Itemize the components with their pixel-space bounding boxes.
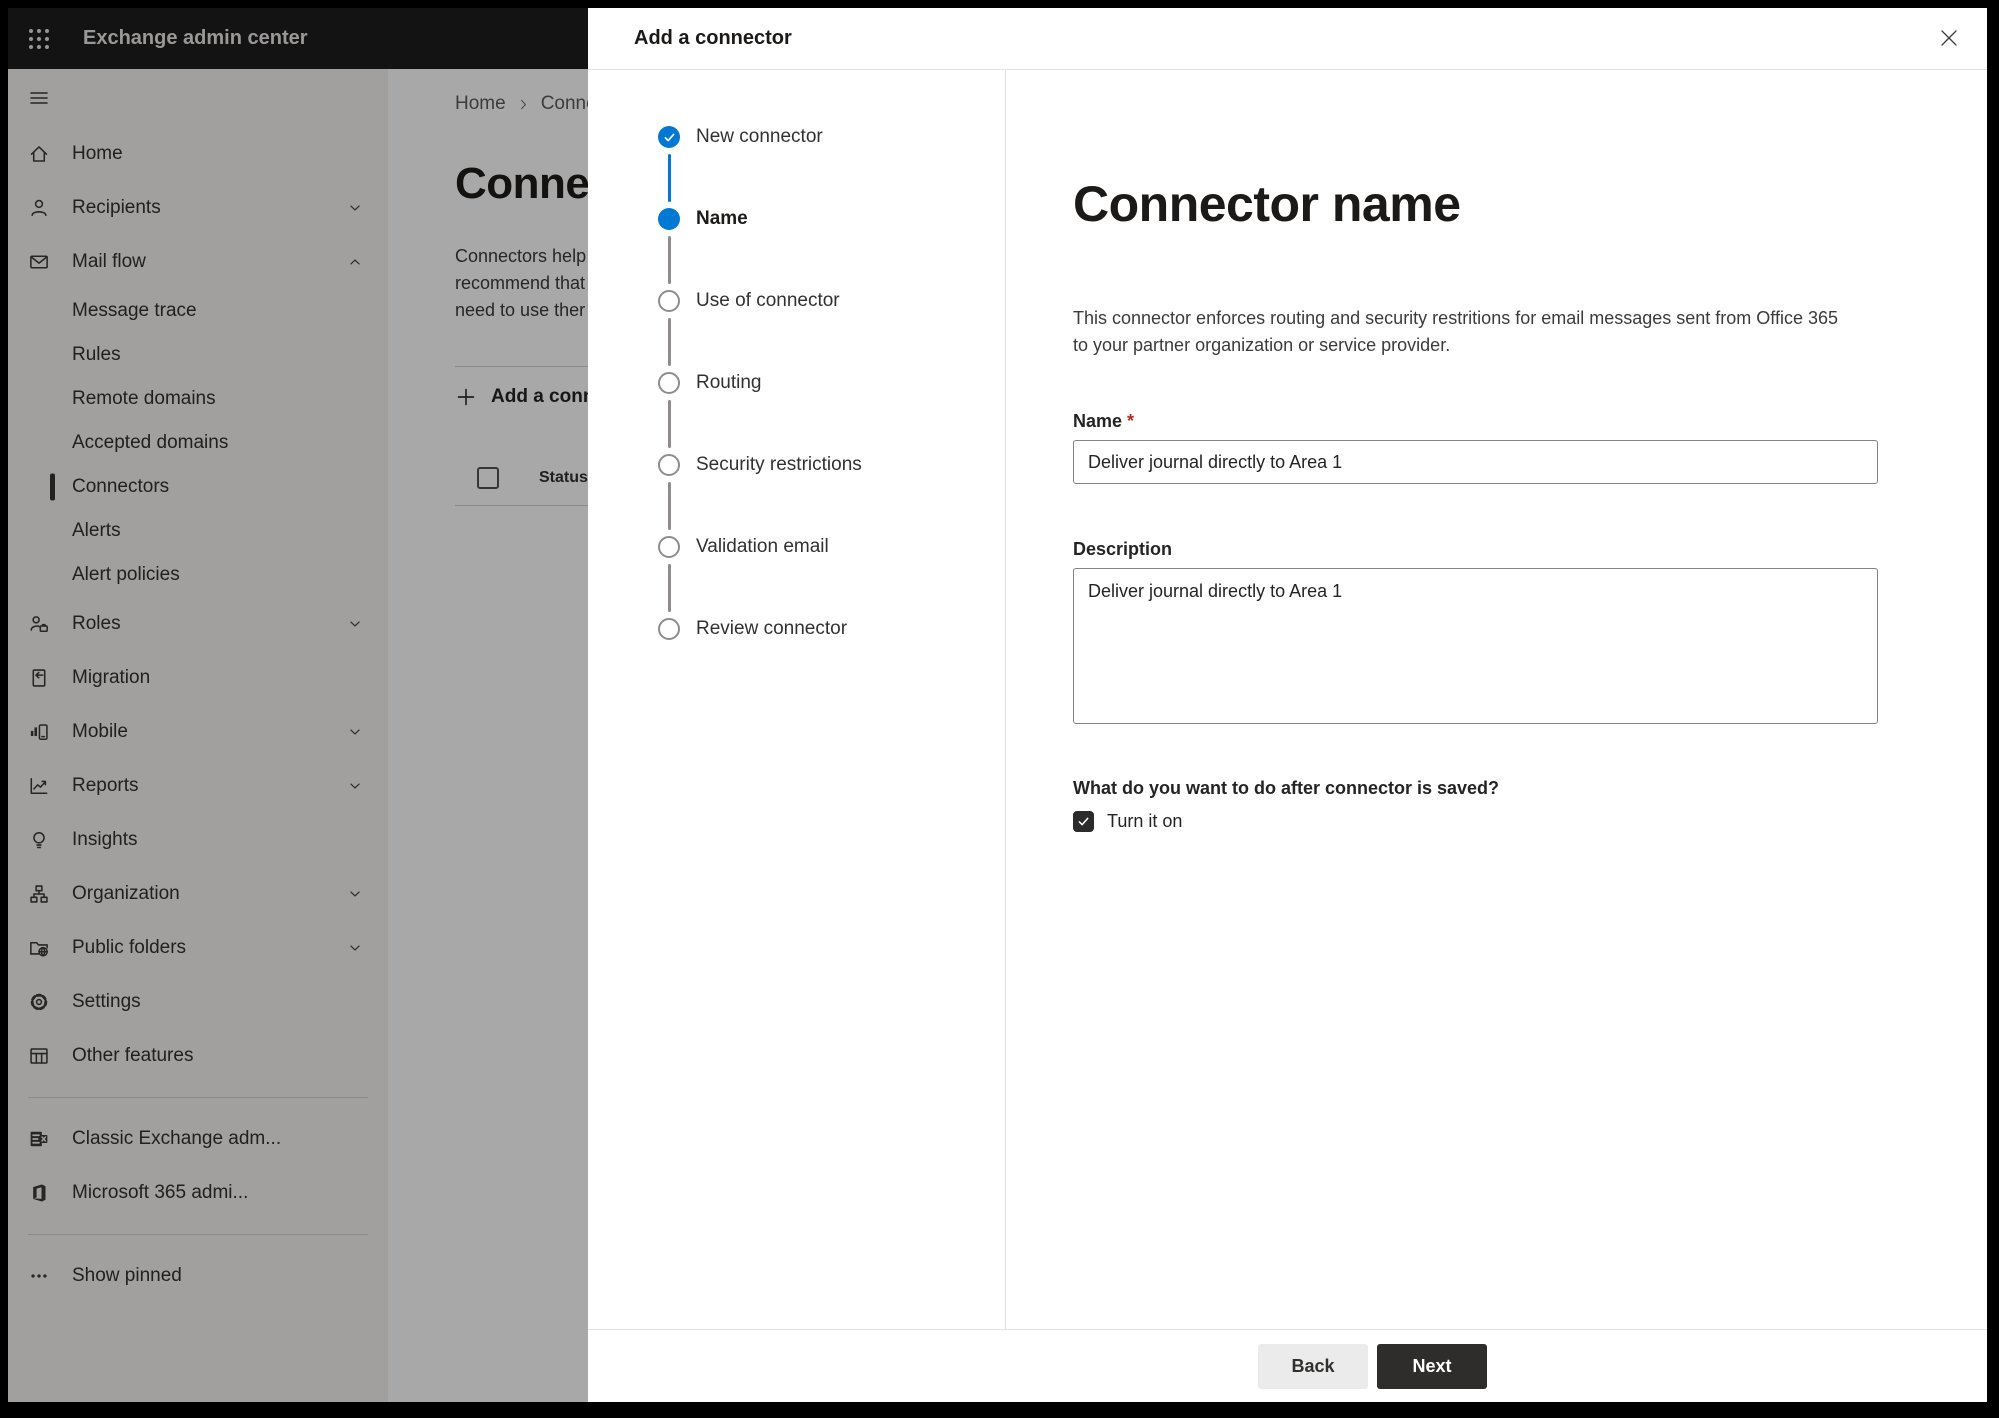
description-line: This connector enforces routing and secu… xyxy=(1073,308,1839,328)
close-icon[interactable] xyxy=(1933,22,1965,54)
step-circle-upcoming xyxy=(658,454,680,476)
turn-it-on-row: Turn it on xyxy=(1073,811,1877,832)
dialog-title: Add a connector xyxy=(634,27,792,49)
screenshot-frame: Exchange admin center Home Recipients Mail… xyxy=(0,0,1999,1418)
step-label: Routing xyxy=(696,372,762,393)
name-label-text: Name xyxy=(1073,411,1123,431)
connector-description-textarea[interactable]: Deliver journal directly to Area 1 xyxy=(1073,568,1878,724)
dialog-footer: Back Next xyxy=(588,1329,1987,1402)
add-connector-dialog: Add a connector New connector Name Use of … xyxy=(588,8,1987,1402)
wizard-step-new-connector[interactable]: New connector xyxy=(588,126,1005,208)
wizard-step-use-of-connector: Use of connector xyxy=(588,290,1005,372)
step-label: Use of connector xyxy=(696,290,840,311)
step-connector-line xyxy=(667,400,671,448)
wizard-step-routing: Routing xyxy=(588,372,1005,454)
step-connector-line xyxy=(667,564,671,612)
connector-name-input[interactable] xyxy=(1073,440,1878,484)
app-window: Exchange admin center Home Recipients Mail… xyxy=(8,8,1987,1402)
step-label: Validation email xyxy=(696,536,829,557)
wizard-step-name[interactable]: Name xyxy=(588,208,1005,290)
step-label: Review connector xyxy=(696,618,848,639)
step-circle-upcoming xyxy=(658,290,680,312)
after-save-question: What do you want to do after connector i… xyxy=(1073,778,1500,798)
wizard-steps: New connector Name Use of connector Routing… xyxy=(588,70,1006,1329)
step-circle-upcoming xyxy=(658,372,680,394)
step-connector-line xyxy=(667,236,671,284)
checkmark-icon xyxy=(664,133,674,141)
step-connector-line xyxy=(667,318,671,366)
description-field-label: Description xyxy=(1073,539,1173,559)
wizard-step-validation-email: Validation email xyxy=(588,536,1005,618)
required-asterisk: * xyxy=(1127,411,1135,431)
step-connector-line xyxy=(667,482,671,530)
next-button[interactable]: Next xyxy=(1377,1343,1487,1389)
back-button[interactable]: Back xyxy=(1258,1343,1368,1389)
step-connector-line xyxy=(667,154,671,202)
step-heading: Connector name xyxy=(1073,176,1461,232)
step-label: New connector xyxy=(696,126,823,147)
step-circle-current xyxy=(658,208,680,230)
step-label: Name xyxy=(696,208,748,229)
checkmark-icon xyxy=(1078,817,1089,826)
turn-it-on-label: Turn it on xyxy=(1107,811,1183,831)
wizard-step-security-restrictions: Security restrictions xyxy=(588,454,1005,536)
name-step-panel: Connector name This connector enforces r… xyxy=(1006,70,1987,1329)
turn-it-on-checkbox[interactable] xyxy=(1073,811,1094,832)
step-label: Security restrictions xyxy=(696,454,862,475)
step-circle-completed xyxy=(658,126,680,148)
step-circle-upcoming xyxy=(658,536,680,558)
description-line: to your partner organization or service … xyxy=(1073,335,1451,355)
step-circle-upcoming xyxy=(658,618,680,640)
dialog-header: Add a connector xyxy=(588,8,1987,70)
step-description: This connector enforces routing and secu… xyxy=(1073,305,1877,359)
wizard-step-review-connector: Review connector xyxy=(588,618,1005,700)
name-field-label: Name * xyxy=(1073,411,1877,432)
